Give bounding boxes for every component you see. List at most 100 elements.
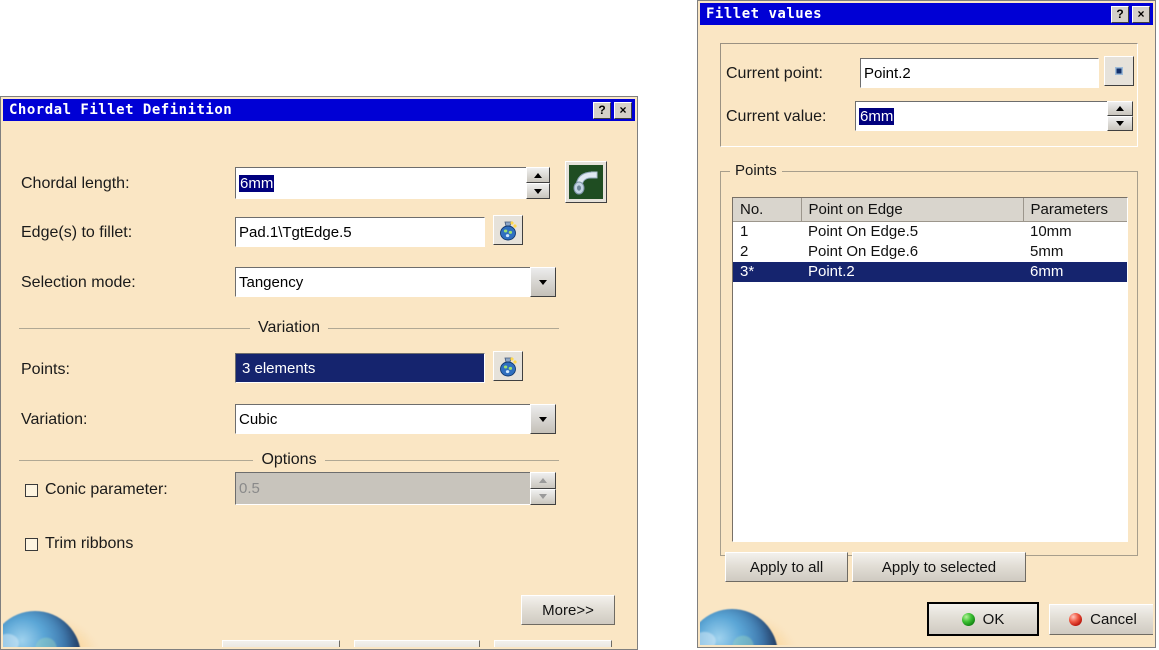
chevron-up-icon — [1116, 106, 1124, 111]
cancel-button[interactable]: Cancel — [354, 640, 480, 647]
apply-to-selected-button[interactable]: Apply to selected — [852, 552, 1026, 582]
column-header-parameters[interactable]: Parameters — [1023, 198, 1127, 222]
table-row-selected[interactable]: 3* Point.2 6mm — [733, 261, 1127, 282]
points-label: Points: — [21, 361, 70, 378]
fillet-values-title: Fillet values — [706, 6, 823, 22]
current-value-text: 6mm — [859, 107, 895, 125]
selection-bag-icon — [500, 221, 517, 241]
chevron-down-icon — [534, 188, 542, 194]
dialog-inner: Chordal Fillet Definition ? × Chordal le… — [3, 99, 635, 647]
chevron-down-icon — [1116, 121, 1124, 126]
chordal-length-stepper[interactable] — [526, 167, 550, 199]
current-point-input[interactable]: Point.2 — [860, 58, 1099, 88]
fillet-values-titlebar: Fillet values ? × — [700, 3, 1153, 25]
point-square-icon — [1115, 67, 1123, 75]
points-table: No. Point on Edge Parameters 1 Point On … — [733, 198, 1127, 282]
ok-button[interactable]: OK — [222, 640, 340, 647]
green-bullet-icon — [961, 612, 975, 626]
current-point-pick-button[interactable] — [1104, 56, 1134, 86]
stepper-up-button[interactable] — [526, 167, 550, 183]
row-conic-parameter[interactable]: Conic parameter: — [25, 481, 168, 499]
ok-button-label: OK — [982, 610, 1005, 628]
help-icon[interactable]: ? — [593, 101, 611, 119]
selection-mode-select[interactable]: Tangency — [235, 267, 531, 297]
points-table-wrapper[interactable]: No. Point on Edge Parameters 1 Point On … — [732, 197, 1128, 542]
points-select-button[interactable] — [493, 351, 523, 381]
separator-line-left — [19, 327, 251, 329]
ok-button[interactable]: OK — [927, 602, 1039, 636]
stepper-down-button[interactable] — [1107, 116, 1133, 131]
current-value-stepper[interactable] — [1107, 101, 1133, 131]
selection-mode-dropdown-button[interactable] — [530, 267, 556, 297]
stepper-up-button — [530, 472, 556, 489]
cell-parameter: 6mm — [1023, 261, 1127, 282]
chevron-up-icon — [534, 172, 542, 178]
apply-to-all-button[interactable]: Apply to all — [725, 552, 848, 582]
separator-line-right — [327, 327, 559, 329]
fillet-preview-button[interactable] — [565, 161, 607, 203]
stepper-up-button[interactable] — [1107, 101, 1133, 116]
chordal-length-input[interactable]: 6mm — [235, 167, 527, 199]
more-button[interactable]: More>> — [521, 595, 615, 625]
close-icon[interactable]: × — [1132, 5, 1150, 23]
table-row[interactable]: 2 Point On Edge.6 5mm — [733, 242, 1127, 262]
chordal-body: Chordal length: 6mm Edge(s) to fillet: P… — [3, 123, 635, 647]
fillet-values-body: Current point: Point.2 Current value: 6m… — [700, 27, 1153, 645]
stepper-down-button — [530, 488, 556, 505]
options-section-separator: Options — [19, 451, 560, 469]
close-icon[interactable]: × — [614, 101, 632, 119]
chordal-titlebar: Chordal Fillet Definition ? × — [3, 99, 635, 121]
variation-dropdown-button[interactable] — [530, 404, 556, 434]
cell-point-on-edge: Point On Edge.6 — [808, 243, 919, 260]
conic-parameter-input: 0.5 — [235, 472, 531, 505]
cancel-button[interactable]: Cancel — [1049, 604, 1153, 635]
chevron-down-icon — [539, 494, 547, 500]
red-bullet-icon — [1069, 613, 1083, 626]
edges-to-fillet-label: Edge(s) to fillet: — [21, 224, 133, 241]
table-row[interactable]: 1 Point On Edge.5 10mm — [733, 222, 1127, 242]
current-value-input[interactable]: 6mm — [855, 101, 1108, 131]
options-section-caption: Options — [261, 451, 317, 468]
cell-no: 3* — [733, 261, 801, 282]
chevron-up-icon — [539, 477, 547, 483]
current-point-label: Current point: — [726, 65, 823, 82]
help-icon[interactable]: ? — [1111, 5, 1129, 23]
edges-select-button[interactable] — [493, 215, 523, 245]
chordal-length-value: 6mm — [239, 174, 275, 192]
points-input[interactable]: 3 elements — [235, 353, 485, 383]
row-points: Points: — [21, 361, 70, 379]
conic-parameter-stepper — [530, 472, 556, 505]
variation-label: Variation: — [21, 411, 88, 428]
conic-parameter-checkbox[interactable] — [25, 483, 38, 497]
preview-button[interactable]: Preview — [494, 640, 612, 647]
stepper-down-button[interactable] — [526, 183, 550, 199]
chordal-fillet-definition-dialog: Chordal Fillet Definition ? × Chordal le… — [0, 96, 638, 650]
separator-line-right — [324, 459, 560, 461]
cell-point-on-edge: Point.2 — [801, 261, 1023, 282]
row-variation: Variation: — [21, 411, 87, 429]
column-header-no[interactable]: No. — [733, 198, 802, 222]
fillet-shape-icon — [569, 165, 603, 199]
cell-parameter: 5mm — [1030, 243, 1064, 260]
points-groupbox-title: Points — [730, 162, 782, 179]
chordal-length-label: Chordal length: — [21, 175, 130, 192]
row-edges-to-fillet: Edge(s) to fillet: — [21, 224, 132, 242]
edges-to-fillet-input[interactable]: Pad.1\TgtEdge.5 — [235, 217, 485, 247]
row-trim-ribbons[interactable]: Trim ribbons — [25, 535, 133, 553]
chevron-down-icon — [539, 416, 547, 422]
trim-ribbons-label: Trim ribbons — [45, 535, 134, 552]
current-value-label: Current value: — [726, 108, 827, 125]
row-current-value: Current value: — [726, 108, 827, 126]
column-header-point-on-edge[interactable]: Point on Edge — [801, 198, 1024, 222]
selection-bag-icon — [500, 357, 517, 377]
variation-select[interactable]: Cubic — [235, 404, 531, 434]
chordal-title: Chordal Fillet Definition — [9, 102, 233, 118]
trim-ribbons-checkbox[interactable] — [25, 537, 38, 551]
cancel-button-label: Cancel — [1090, 611, 1137, 628]
chevron-down-icon — [539, 279, 547, 285]
row-current-point: Current point: — [726, 65, 823, 83]
separator-line-left — [19, 459, 254, 461]
cell-point-on-edge: Point On Edge.5 — [808, 223, 919, 241]
conic-parameter-label: Conic parameter: — [45, 481, 168, 498]
dialog-inner: Fillet values ? × Current point: Point.2… — [700, 3, 1153, 645]
